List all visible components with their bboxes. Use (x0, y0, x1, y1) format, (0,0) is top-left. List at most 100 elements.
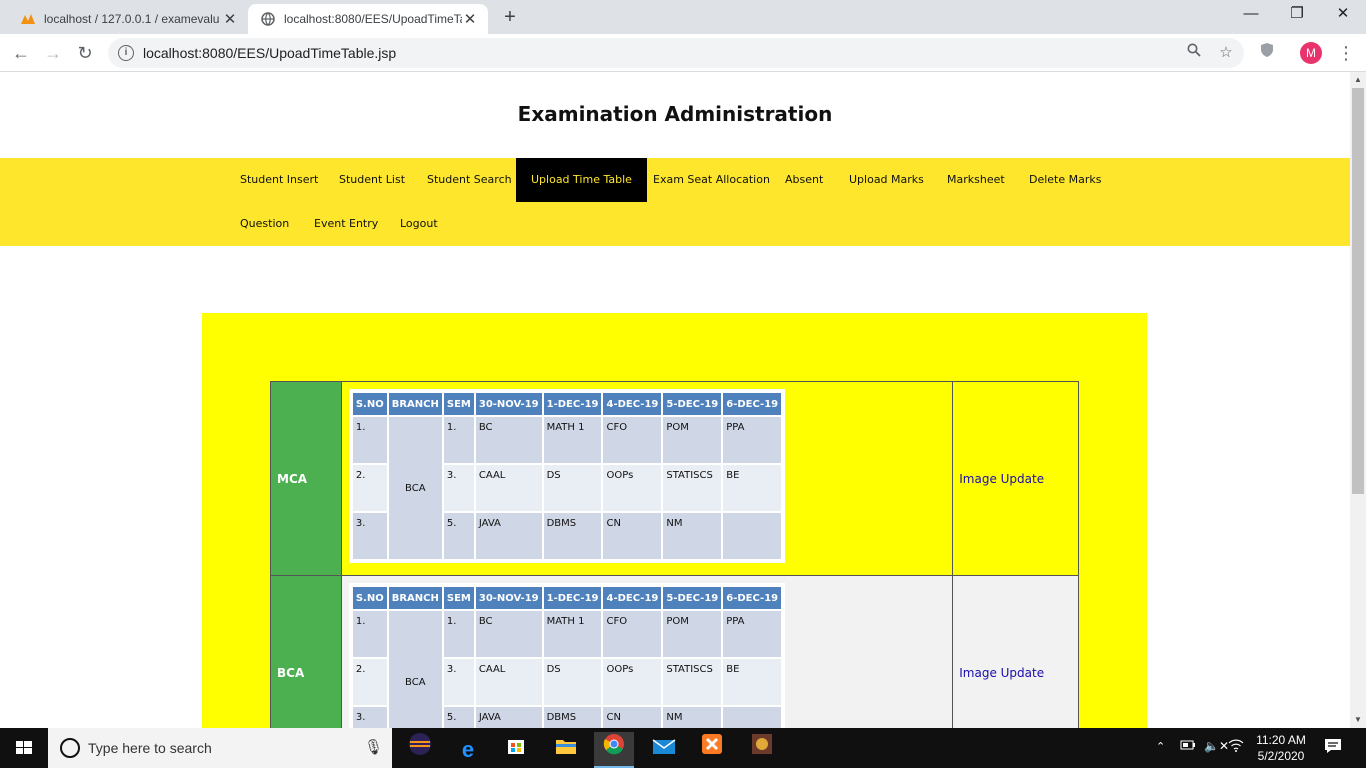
system-clock[interactable]: 11:20 AM 5/2/2020 (1244, 732, 1318, 764)
nav-absent[interactable]: Absent (770, 158, 838, 202)
page-viewport: Examination Administration Student Inser… (0, 72, 1350, 728)
store-app-icon[interactable] (496, 732, 536, 768)
profile-avatar[interactable]: M (1300, 42, 1322, 64)
header-date: 6-DEC-19 (723, 587, 782, 609)
header-date: 4-DEC-19 (603, 587, 662, 609)
table-row: 1. BCA 1. BC MATH 1 CFO POM PPA (352, 611, 782, 728)
nav-student-insert[interactable]: Student Insert (225, 158, 333, 202)
microphone-icon[interactable]: 🎙 (364, 738, 383, 756)
close-window-button[interactable]: ✕ (1320, 0, 1366, 30)
windows-taskbar: Type here to search 🎙 e ⌃ 🔈✕ 11:20 AM 5/… (0, 728, 1366, 768)
cell-sem: 5. (443, 513, 474, 559)
cell-branch: BCA (388, 417, 442, 559)
clock-time: 11:20 AM (1256, 733, 1306, 747)
timetable-grid: S.NO BRANCH SEM 30-NOV-19 1-DEC-19 4-DEC… (351, 585, 783, 728)
scroll-down-arrow-icon[interactable]: ▼ (1350, 712, 1366, 728)
cell-branch: BCA (388, 611, 442, 728)
timetable-cell: S.NO BRANCH SEM 30-NOV-19 1-DEC-19 4-DEC… (340, 381, 954, 576)
forward-arrow-icon[interactable]: → (40, 40, 66, 66)
tab-title: localhost:8080/EES/UpoadTimeTa (284, 12, 462, 26)
close-tab-icon[interactable]: ✕ (462, 10, 478, 28)
header-sno: S.NO (352, 587, 387, 609)
cell-sem: 3. (443, 465, 474, 511)
info-icon[interactable]: i (118, 45, 134, 61)
cell-subject: CAAL (475, 659, 542, 705)
timetable-list: MCA S.NO BRANCH SEM 30-NOV-19 1-DEC-19 4… (270, 381, 1079, 728)
timetable-row: MCA S.NO BRANCH SEM 30-NOV-19 1-DEC-19 4… (270, 381, 1079, 576)
nav-upload-marks[interactable]: Upload Marks (834, 158, 939, 202)
notification-icon[interactable] (1322, 738, 1344, 758)
table-row: 1. BCA 1. BC MATH 1 CFO POM PPA (352, 417, 782, 559)
nav-event-entry[interactable]: Event Entry (299, 202, 393, 246)
page-scrollbar[interactable]: ▲ ▼ (1350, 72, 1366, 728)
cell-subject: NM (663, 513, 722, 559)
restore-button[interactable]: ❐ (1274, 0, 1320, 30)
nav-marksheet[interactable]: Marksheet (932, 158, 1020, 202)
header-date: 4-DEC-19 (603, 393, 662, 415)
cell-subject: DBMS (543, 707, 602, 728)
new-tab-button[interactable]: + (498, 6, 522, 30)
scroll-up-arrow-icon[interactable]: ▲ (1350, 72, 1366, 88)
image-update-link[interactable]: Image Update (959, 666, 1044, 680)
nav-question[interactable]: Question (225, 202, 304, 246)
browser-menu-icon[interactable]: ⋮ (1336, 40, 1356, 66)
header-date: 30-NOV-19 (475, 393, 542, 415)
browser-tab-strip: localhost / 127.0.0.1 / examevalu ✕ loca… (0, 0, 1366, 34)
timetable-header-row: S.NO BRANCH SEM 30-NOV-19 1-DEC-19 4-DEC… (352, 393, 782, 415)
cell-sno: 3. (352, 707, 387, 728)
cell-subject: NM (663, 707, 722, 728)
mail-app-icon[interactable] (644, 732, 684, 768)
cell-sno: 3. (352, 513, 387, 559)
minimize-button[interactable]: — (1228, 0, 1274, 30)
tab-phpmyadmin[interactable]: localhost / 127.0.0.1 / examevalu ✕ (8, 4, 248, 34)
header-sem: SEM (443, 393, 474, 415)
game-app-icon[interactable] (742, 732, 782, 768)
cell-subject: STATISCS (663, 659, 722, 705)
cell-subject: DS (543, 659, 602, 705)
action-cell: Image Update (952, 381, 1079, 576)
nav-upload-time-table[interactable]: Upload Time Table (516, 158, 647, 202)
taskbar-search-box[interactable]: Type here to search 🎙 (48, 728, 392, 768)
cell-sem: 3. (443, 659, 474, 705)
extension-shield-icon[interactable] (1254, 40, 1280, 66)
nav-exam-seat-allocation[interactable]: Exam Seat Allocation (638, 158, 785, 202)
cell-subject (723, 513, 782, 559)
cell-subject: DBMS (543, 513, 602, 559)
eclipse-app-icon[interactable] (400, 732, 440, 768)
cell-subject: PPA (723, 611, 782, 657)
address-bar[interactable]: i localhost:8080/EES/UpoadTimeTable.jsp … (108, 38, 1244, 68)
image-update-link[interactable]: Image Update (959, 472, 1044, 486)
scrollbar-thumb[interactable] (1352, 88, 1364, 494)
bookmark-star-icon[interactable]: ☆ (1216, 43, 1236, 63)
wifi-icon[interactable] (1228, 738, 1244, 768)
chrome-app-icon[interactable] (594, 732, 634, 768)
cell-subject: JAVA (475, 707, 542, 728)
cell-subject: BE (723, 659, 782, 705)
cell-subject: CFO (603, 417, 662, 463)
xampp-app-icon[interactable] (692, 732, 732, 768)
edge-app-icon[interactable]: e (448, 732, 488, 768)
nav-student-list[interactable]: Student List (324, 158, 420, 202)
tab-upload-timetable[interactable]: localhost:8080/EES/UpoadTimeTa ✕ (248, 4, 488, 34)
header-branch: BRANCH (388, 587, 442, 609)
nav-delete-marks[interactable]: Delete Marks (1014, 158, 1117, 202)
windows-start-button[interactable] (0, 728, 48, 768)
close-tab-icon[interactable]: ✕ (222, 10, 238, 28)
battery-icon[interactable] (1180, 739, 1196, 768)
back-arrow-icon[interactable]: ← (8, 40, 34, 66)
browser-toolbar: ← → ↻ i localhost:8080/EES/UpoadTimeTabl… (0, 34, 1366, 72)
zoom-icon[interactable] (1184, 43, 1204, 63)
cell-sno: 2. (352, 659, 387, 705)
reload-icon[interactable]: ↻ (72, 40, 98, 66)
nav-student-search[interactable]: Student Search (412, 158, 527, 202)
globe-icon (260, 11, 276, 27)
url-text[interactable]: localhost:8080/EES/UpoadTimeTable.jsp (143, 45, 396, 61)
nav-logout[interactable]: Logout (385, 202, 453, 246)
action-cell: Image Update (952, 575, 1079, 728)
volume-muted-icon[interactable]: 🔈✕ (1204, 739, 1229, 768)
file-explorer-app-icon[interactable] (546, 732, 586, 768)
cell-sem: 1. (443, 417, 474, 463)
timetable-grid: S.NO BRANCH SEM 30-NOV-19 1-DEC-19 4-DEC… (351, 391, 783, 561)
chevron-up-icon[interactable]: ⌃ (1156, 740, 1165, 768)
cell-subject: BE (723, 465, 782, 511)
